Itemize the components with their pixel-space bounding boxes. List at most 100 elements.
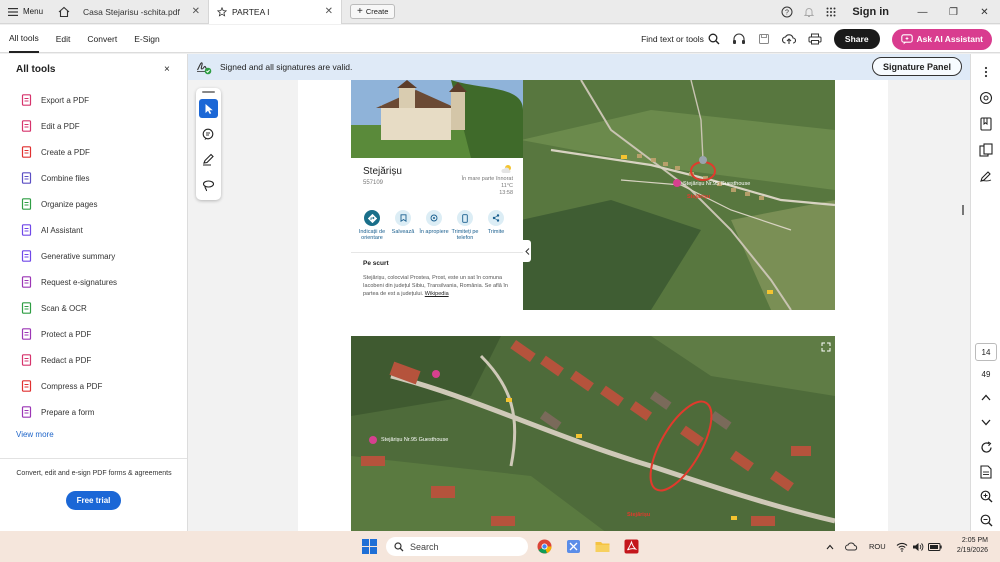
- map-label-guesthouse: Stejărișu Nr.95 Guesthouse: [683, 181, 751, 187]
- signature-panel-button[interactable]: Signature Panel: [871, 57, 962, 76]
- notifications-button[interactable]: [798, 6, 820, 18]
- tool-item[interactable]: Redact a PDF: [21, 352, 91, 368]
- menu-convert[interactable]: Convert: [87, 25, 117, 53]
- document-viewport[interactable]: Stejărișu Nr.95 Guesthouse Stejărișu Ste…: [188, 80, 970, 531]
- tab-document-1[interactable]: Casa Stejarisu -schita.pdf ✕: [75, 0, 208, 24]
- comments-panel-button[interactable]: [978, 90, 994, 106]
- network-tray[interactable]: [896, 531, 908, 562]
- find-label: Find text or tools: [641, 34, 704, 44]
- maximize-button[interactable]: ❐: [938, 7, 969, 18]
- snipping-tool-app[interactable]: [565, 538, 582, 555]
- close-window-button[interactable]: ✕: [969, 7, 1000, 18]
- tab-close-icon[interactable]: ✕: [192, 6, 200, 17]
- tool-item[interactable]: Edit a PDF: [21, 118, 80, 134]
- tray-overflow[interactable]: [826, 531, 834, 562]
- tool-item[interactable]: Request e-signatures: [21, 274, 117, 290]
- tool-item[interactable]: Combine files: [21, 170, 89, 186]
- apps-grid-icon: [826, 7, 836, 17]
- plus-icon: +: [357, 6, 363, 17]
- wifi-icon: [896, 542, 908, 552]
- taskbar-search[interactable]: Search: [386, 537, 528, 556]
- language-indicator[interactable]: ROU: [869, 531, 886, 562]
- next-page-button[interactable]: [978, 414, 994, 430]
- tool-item[interactable]: Generative summary: [21, 248, 115, 264]
- help-button[interactable]: ?: [776, 6, 798, 18]
- tab-close-icon[interactable]: ✕: [325, 6, 333, 17]
- tab-document-2[interactable]: PARTEA I ✕: [208, 0, 343, 24]
- find-text-button[interactable]: Find text or tools: [641, 33, 720, 45]
- tool-item[interactable]: AI Assistant: [21, 222, 83, 238]
- tool-item[interactable]: Export a PDF: [21, 92, 89, 108]
- action-nearby[interactable]: În apropiere: [419, 210, 449, 235]
- tool-item[interactable]: Compress a PDF: [21, 378, 102, 394]
- action-send-to-phone[interactable]: Trimiteți pe telefon: [450, 210, 480, 241]
- scroll-indicator[interactable]: [962, 205, 964, 215]
- zoom-in-button[interactable]: [978, 488, 994, 504]
- tool-label: Prepare a form: [41, 407, 95, 417]
- free-trial-button[interactable]: Free trial: [66, 491, 121, 510]
- minimize-button[interactable]: —: [907, 7, 938, 18]
- action-save[interactable]: Salvează: [388, 210, 418, 235]
- menu-button[interactable]: Menu: [0, 0, 53, 24]
- lasso-tool-button[interactable]: [199, 176, 218, 195]
- acrobat-app[interactable]: [623, 538, 640, 555]
- action-label: Salvează: [391, 229, 415, 235]
- tool-item[interactable]: Prepare a form: [21, 404, 94, 420]
- apps-button[interactable]: [820, 7, 842, 17]
- weather-cloudy-icon: [501, 165, 511, 173]
- battery-tray[interactable]: [928, 531, 942, 562]
- select-tool-button[interactable]: [199, 99, 218, 118]
- more-options-button[interactable]: [978, 64, 994, 80]
- print-icon[interactable]: [808, 33, 822, 45]
- star-icon[interactable]: [217, 6, 228, 17]
- volume-tray[interactable]: [912, 531, 924, 562]
- home-button[interactable]: [53, 0, 75, 24]
- thumbnails-panel-button[interactable]: [978, 142, 994, 158]
- toolbar-drag-handle[interactable]: [202, 91, 215, 93]
- sign-in-link[interactable]: Sign in: [852, 6, 889, 18]
- bookmarks-panel-button[interactable]: [978, 116, 994, 132]
- ask-ai-assistant-button[interactable]: Ask AI Assistant: [891, 28, 992, 50]
- onedrive-tray[interactable]: [845, 531, 858, 562]
- tool-item[interactable]: Scan & OCR: [21, 300, 87, 316]
- read-aloud-icon[interactable]: [732, 33, 746, 45]
- wikipedia-link[interactable]: Wikipedia: [425, 291, 449, 297]
- protect-pdf-icon: [21, 328, 32, 340]
- current-page-input[interactable]: 14: [975, 343, 997, 361]
- tool-item[interactable]: Organize pages: [21, 196, 97, 212]
- action-directions[interactable]: Indicații de orientare: [357, 210, 387, 241]
- menu-label: Menu: [23, 7, 44, 16]
- view-more-link[interactable]: View more: [16, 430, 54, 439]
- acrobat-icon: [624, 539, 639, 554]
- share-button[interactable]: Share: [833, 29, 880, 49]
- menu-esign[interactable]: E-Sign: [134, 25, 160, 53]
- tool-item[interactable]: Create a PDF: [21, 144, 90, 160]
- collapse-card-button[interactable]: [523, 240, 531, 262]
- add-comment-button[interactable]: [199, 125, 218, 144]
- create-button[interactable]: + Create: [350, 4, 396, 19]
- start-button[interactable]: [361, 538, 378, 555]
- menu-all-tools[interactable]: All tools: [9, 25, 39, 53]
- edit-pdf-icon: [21, 120, 32, 132]
- previous-page-button[interactable]: [978, 389, 994, 405]
- file-explorer-app[interactable]: [594, 538, 611, 555]
- chevron-up-icon: [826, 544, 834, 549]
- panel-divider: [0, 458, 187, 459]
- close-panel-icon[interactable]: ×: [164, 64, 170, 75]
- rotate-button[interactable]: [978, 439, 994, 455]
- page-extract-button[interactable]: [978, 464, 994, 480]
- draw-tool-button[interactable]: [199, 150, 218, 169]
- save-icon[interactable]: [758, 33, 770, 45]
- taskbar-clock[interactable]: 2:05 PM 2/19/2026: [950, 536, 988, 556]
- tool-label: Create a PDF: [41, 147, 90, 157]
- tool-label: Organize pages: [41, 199, 98, 209]
- chrome-app[interactable]: [536, 538, 553, 555]
- zoom-out-button[interactable]: [978, 512, 994, 528]
- action-share[interactable]: Trimite: [481, 210, 511, 235]
- upload-cloud-icon[interactable]: [781, 33, 796, 45]
- tool-item[interactable]: Protect a PDF: [21, 326, 91, 342]
- satellite-map-bottom: [351, 336, 835, 531]
- fill-sign-button[interactable]: [978, 168, 994, 184]
- menu-edit[interactable]: Edit: [56, 25, 71, 53]
- map-screenshot-top: Stejărișu Nr.95 Guesthouse Stejărișu Ste…: [351, 80, 835, 310]
